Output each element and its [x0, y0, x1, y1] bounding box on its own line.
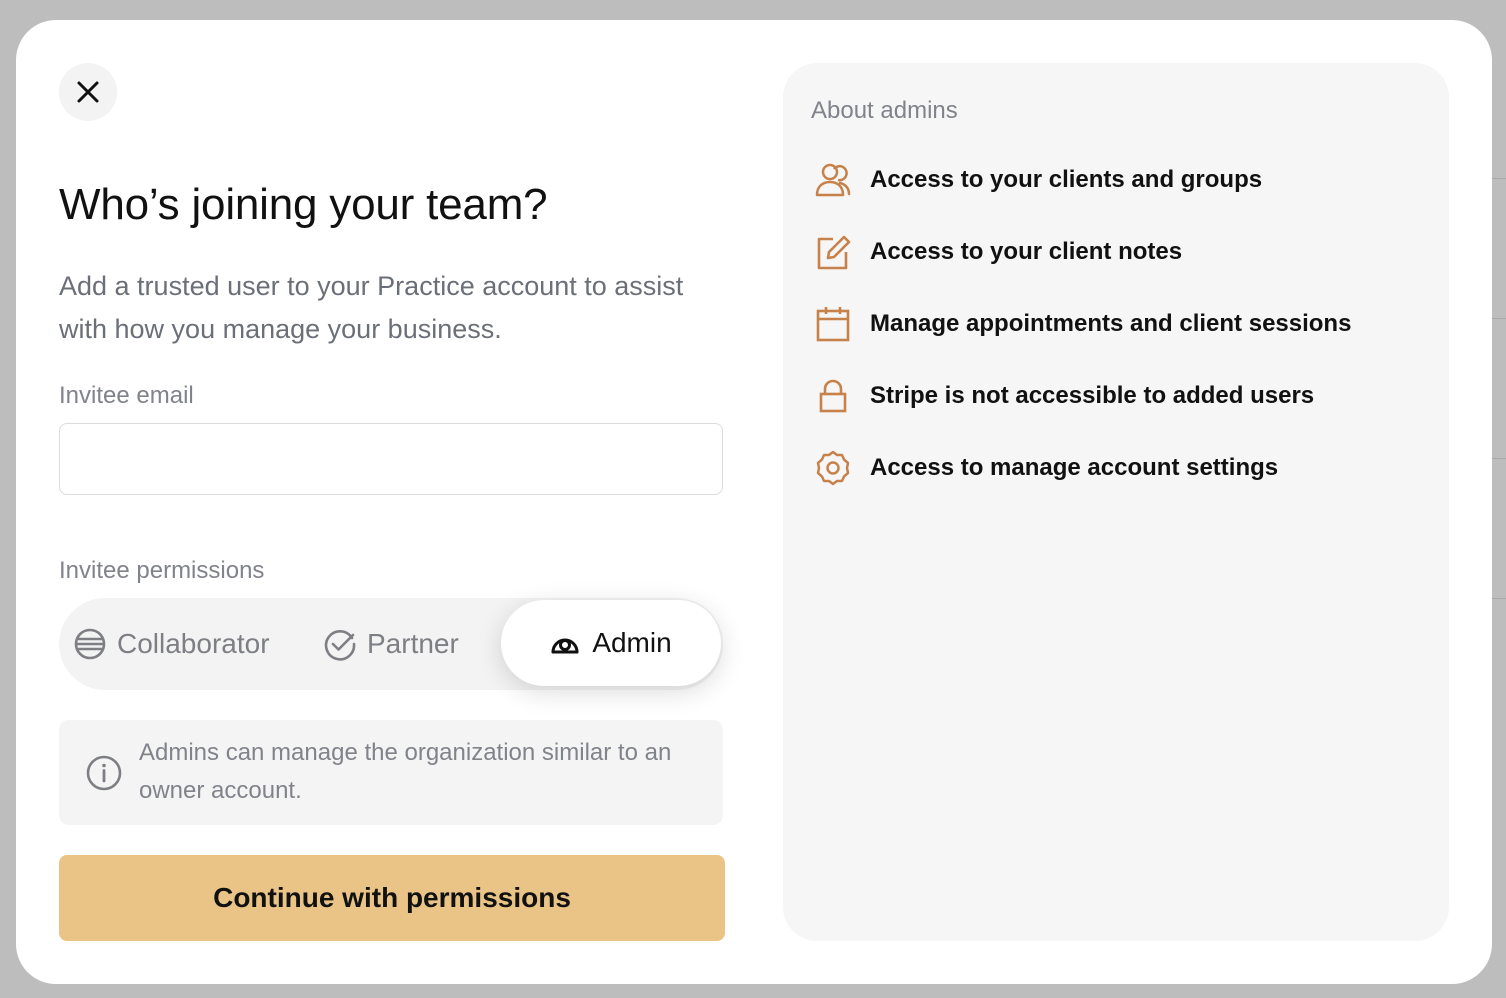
- calendar-icon: [816, 307, 850, 342]
- backdrop-divider: [1492, 318, 1506, 319]
- about-admins-panel: About admins Access to your clients and …: [783, 63, 1449, 941]
- edit-note-icon: [817, 235, 851, 270]
- permissions-selector: Collaborator Partner Admin: [59, 598, 723, 690]
- permission-option-partner[interactable]: Partner: [323, 598, 459, 690]
- backdrop-divider: [1492, 598, 1506, 599]
- dialog-subtitle: Add a trusted user to your Practice acco…: [59, 271, 684, 344]
- email-label: Invitee email: [59, 382, 194, 409]
- close-button[interactable]: [59, 63, 117, 121]
- continue-button[interactable]: Continue with permissions: [59, 855, 725, 941]
- feature-text: Manage appointments and client sessions: [870, 310, 1352, 337]
- gear-icon: [816, 450, 850, 486]
- feature-item: Manage appointments and client sessions: [813, 304, 1351, 344]
- backdrop-divider: [1492, 178, 1506, 179]
- feature-text: Access to your client notes: [870, 238, 1183, 265]
- permission-option-collaborator[interactable]: Collaborator: [73, 598, 270, 690]
- panel-title: About admins: [811, 97, 958, 124]
- permissions-label: Invitee permissions: [59, 557, 265, 584]
- stack-circle-icon: [74, 628, 106, 660]
- feature-text: Access to manage account settings: [870, 454, 1279, 481]
- feature-item: Access to your client notes: [813, 232, 1182, 272]
- close-icon: [77, 81, 99, 103]
- feature-text: Stripe is not accessible to added users: [870, 382, 1315, 409]
- info-icon: [86, 755, 122, 791]
- invite-team-member-dialog: Who’s joining your team? Add a trusted u…: [16, 20, 1492, 984]
- lock-icon: [819, 379, 847, 413]
- email-field[interactable]: [59, 423, 723, 495]
- users-icon: [815, 163, 851, 197]
- check-circle-icon: [324, 630, 356, 661]
- feature-item: Stripe is not accessible to added users: [813, 376, 1314, 416]
- permission-option-admin[interactable]: Admin: [501, 600, 721, 686]
- feature-item: Access to manage account settings: [813, 448, 1278, 488]
- dialog-title: Who’s joining your team?: [59, 180, 548, 229]
- info-callout: Admins can manage the organization simil…: [59, 720, 723, 825]
- permission-label: Partner: [367, 628, 459, 659]
- feature-item: Access to your clients and groups: [813, 160, 1262, 200]
- info-text: Admins can manage the organization simil…: [139, 739, 672, 804]
- admin-badge-icon: [551, 638, 579, 654]
- permission-label: Admin: [592, 627, 672, 658]
- feature-text: Access to your clients and groups: [870, 166, 1263, 193]
- permission-label: Collaborator: [117, 628, 270, 659]
- backdrop-divider: [1492, 458, 1506, 459]
